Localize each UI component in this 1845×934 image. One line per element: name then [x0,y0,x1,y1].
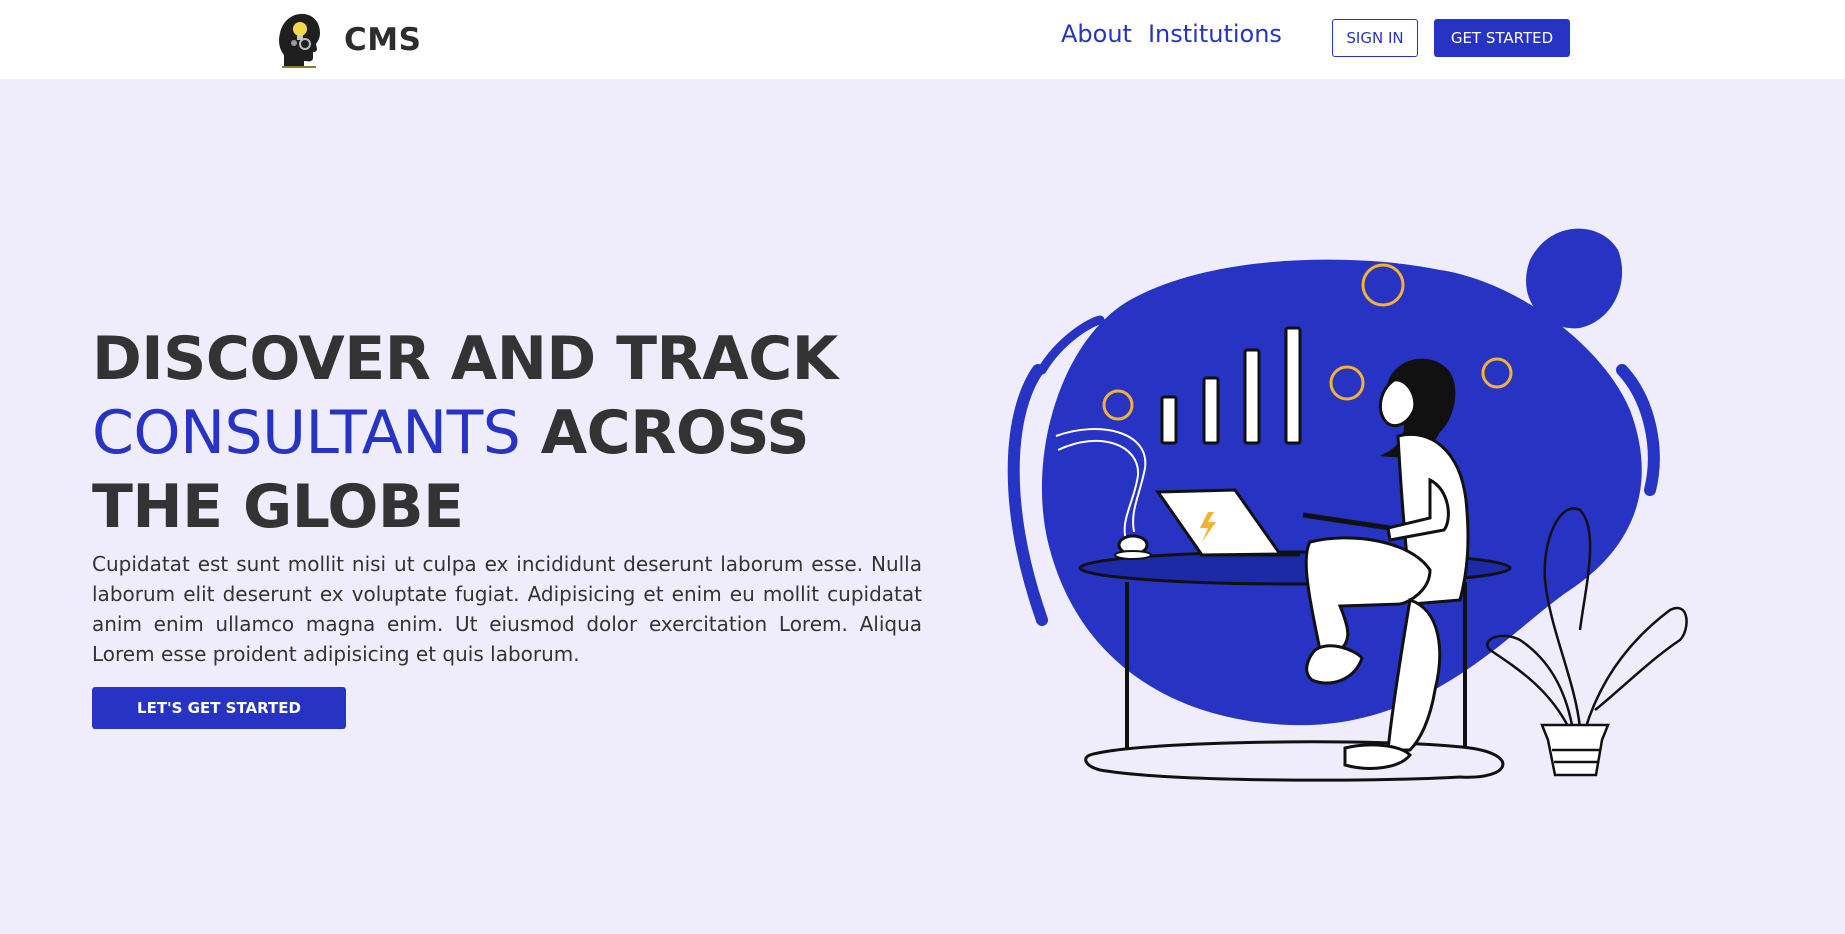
hero-description: Cupidatat est sunt mollit nisi ut culpa … [92,552,922,666]
brand-name: CMS [344,22,422,58]
floor-shadow [1084,740,1505,782]
get-started-button[interactable]: GET STARTED [1434,19,1570,57]
navbar: CMS About Institutions SIGN IN GET START… [0,0,1845,79]
bar-2 [1202,376,1220,445]
nav-link-about[interactable]: About [1061,20,1132,48]
headline-part1: DISCOVER AND TRACK [92,324,838,394]
hero-headline: DISCOVER AND TRACK CONSULTANTS ACROSS TH… [92,322,932,544]
blue-circle-shape [1526,228,1623,329]
left-stroke-shape [1007,364,1048,626]
brand[interactable]: CMS [276,10,421,70]
nav-links: About Institutions [1061,20,1282,48]
nav-link-institutions[interactable]: Institutions [1148,20,1282,48]
headline-accent: CONSULTANTS [92,398,521,468]
bar-3 [1243,348,1261,445]
lets-get-started-button[interactable]: LET'S GET STARTED [92,687,346,729]
head-lightbulb-logo-icon [279,13,320,68]
bar-4 [1284,326,1302,445]
sign-in-button[interactable]: SIGN IN [1332,19,1418,57]
face [1378,378,1417,427]
bar-1 [1160,395,1178,445]
woman-at-desk-illustration [1007,228,1688,782]
